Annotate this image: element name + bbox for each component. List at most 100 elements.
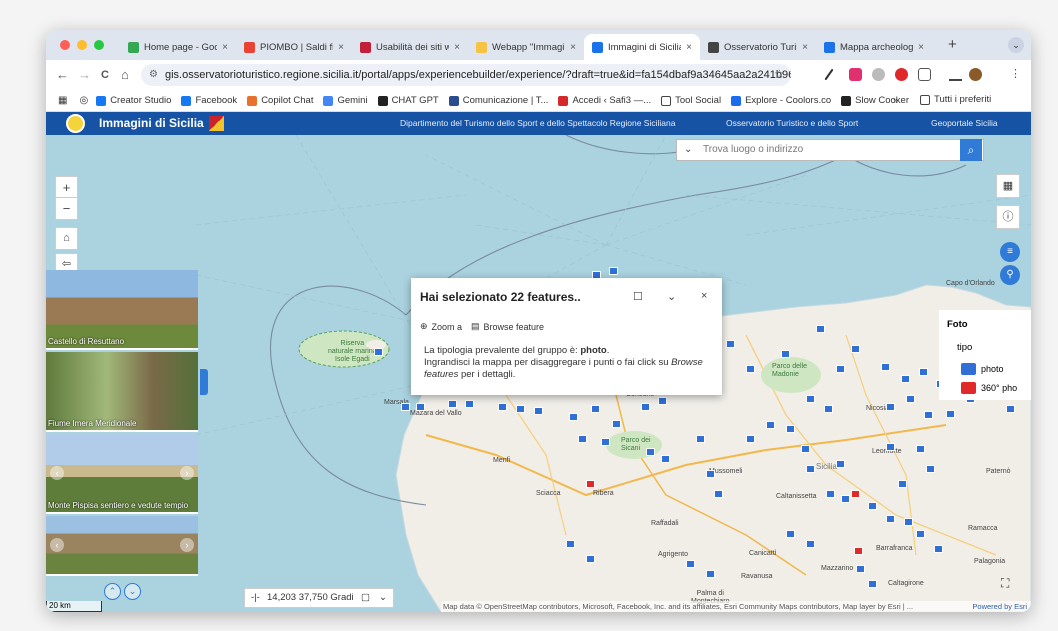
photo-marker-icon[interactable] <box>601 438 610 446</box>
photo-marker-icon[interactable] <box>924 411 933 419</box>
photo-card-4[interactable]: ‹ › <box>46 516 198 576</box>
search-input[interactable]: Trova luogo o indirizzo <box>703 144 803 155</box>
photo-marker-icon[interactable] <box>696 435 705 443</box>
photo-prev-button-2[interactable]: ‹ <box>50 538 64 552</box>
extension-icon[interactable] <box>849 68 862 81</box>
photo-marker-icon[interactable] <box>824 405 833 413</box>
dock-popup-icon[interactable]: ☐ <box>633 290 643 303</box>
browser-tab[interactable]: Osservatorio Turis × <box>700 34 816 60</box>
photo-marker-icon[interactable] <box>786 425 795 433</box>
photo-marker-icon[interactable] <box>836 460 845 468</box>
photo-next-button-2[interactable]: › <box>180 538 194 552</box>
map-view[interactable]: Riserva naturale marina Isole Egadi Mazara… <box>46 135 1031 612</box>
photo-marker-icon[interactable] <box>806 465 815 473</box>
photo-marker-icon[interactable] <box>934 545 943 553</box>
browser-tab[interactable]: Mappa archeologic × <box>816 34 932 60</box>
site-info-icon[interactable]: ⚙ <box>149 64 158 86</box>
photo-marker-icon[interactable] <box>746 365 755 373</box>
photo-marker-icon[interactable] <box>706 570 715 578</box>
bookmark-item[interactable]: Gemini <box>323 95 368 106</box>
photo-marker-icon[interactable] <box>591 405 600 413</box>
photo-marker-icon[interactable] <box>686 560 695 568</box>
photo-marker-icon[interactable] <box>401 403 410 411</box>
photo-card-3[interactable]: ‹ › Monte Pispisa sentiero e vedute temp… <box>46 434 198 514</box>
opera-extension-icon[interactable] <box>895 68 908 81</box>
photo-marker-icon[interactable] <box>901 375 910 383</box>
header-link-dipartimento[interactable]: Dipartimento del Turismo dello Sport e d… <box>400 118 675 128</box>
photo-marker-icon[interactable] <box>881 363 890 371</box>
photo-marker-icon[interactable] <box>781 350 790 358</box>
photo-marker-icon[interactable] <box>609 267 618 275</box>
bookmark-item[interactable]: Slow Cooker <box>841 95 909 106</box>
photo-marker-icon[interactable] <box>714 490 723 498</box>
photo-marker-icon[interactable] <box>926 465 935 473</box>
photo-marker-icon[interactable] <box>516 405 525 413</box>
photo-marker-icon[interactable] <box>746 435 755 443</box>
photo-marker-icon[interactable] <box>826 490 835 498</box>
photo-marker-icon[interactable] <box>916 445 925 453</box>
zoom-to-action[interactable]: ⊕ Zoom a <box>420 321 462 332</box>
photo-marker-icon[interactable] <box>916 530 925 538</box>
tab-close-icon[interactable]: × <box>338 42 344 53</box>
camera-extension-icon[interactable] <box>872 68 885 81</box>
profile-avatar[interactable] <box>969 68 982 81</box>
extensions-puzzle-icon[interactable] <box>918 68 931 81</box>
photo-marker-icon[interactable] <box>946 410 955 418</box>
search-source-dropdown-icon[interactable]: ⌄ <box>684 140 692 160</box>
photo-marker-icon[interactable] <box>886 443 895 451</box>
bookmark-item[interactable]: Tool Social <box>661 95 721 106</box>
collapse-panel-handle[interactable] <box>200 369 208 395</box>
back-button[interactable]: ← <box>56 67 69 82</box>
bookmark-item[interactable]: Accedi ‹ Safi3 —... <box>558 95 651 106</box>
zoom-out-button[interactable]: − <box>55 197 78 220</box>
photo-marker-icon[interactable] <box>904 518 913 526</box>
photo-marker-icon[interactable] <box>448 400 457 408</box>
photo-marker-icon[interactable] <box>416 403 425 411</box>
photo-marker-icon[interactable] <box>906 395 915 403</box>
photo-marker-icon[interactable] <box>578 435 587 443</box>
tab-close-icon[interactable]: × <box>918 42 924 53</box>
photo-marker-icon[interactable] <box>658 397 667 405</box>
photo-marker-icon[interactable] <box>569 413 578 421</box>
layers-button[interactable]: ≡ <box>1000 242 1020 262</box>
all-bookmarks-folder[interactable]: Tutti i preferiti <box>920 94 991 105</box>
maximize-window-button[interactable] <box>94 40 104 50</box>
browser-tab[interactable]: Webapp "Immagini × <box>468 34 584 60</box>
photo-marker-icon[interactable] <box>465 400 474 408</box>
photo-marker-icon[interactable] <box>566 540 575 548</box>
browser-tab[interactable]: Immagini di Sicilia × <box>584 34 700 60</box>
tab-close-icon[interactable]: × <box>686 42 692 53</box>
tab-close-icon[interactable]: × <box>454 42 460 53</box>
360-photo-marker-icon[interactable] <box>854 547 863 555</box>
powered-by-link[interactable]: Powered by Esri <box>972 601 1027 612</box>
photo-marker-icon[interactable] <box>868 580 877 588</box>
zoom-in-button[interactable]: + <box>55 176 78 199</box>
photo-next-button[interactable]: › <box>180 466 194 480</box>
photo-marker-icon[interactable] <box>498 403 507 411</box>
photo-marker-icon[interactable] <box>766 421 775 429</box>
more-bookmarks-button[interactable]: » <box>893 95 898 106</box>
home-button[interactable]: ⌂ <box>121 67 129 82</box>
search-button[interactable]: ⌕ <box>960 139 982 161</box>
tab-close-icon[interactable]: × <box>222 42 228 53</box>
photo-marker-icon[interactable] <box>886 403 895 411</box>
photo-marker-icon[interactable] <box>534 407 543 415</box>
photo-marker-icon[interactable] <box>706 470 715 478</box>
photo-prev-button[interactable]: ‹ <box>50 466 64 480</box>
header-link-geoportale[interactable]: Geoportale Sicilia <box>931 118 998 128</box>
photo-marker-icon[interactable] <box>806 540 815 548</box>
close-popup-icon[interactable]: × <box>701 290 707 302</box>
bookmark-item[interactable]: Creator Studio <box>96 95 171 106</box>
bookmark-star-icon[interactable]: ☆ <box>774 67 785 81</box>
search-box[interactable]: ⌄ Trova luogo o indirizzo <box>676 139 984 161</box>
coordinate-dropdown-icon[interactable]: ⌄ <box>379 589 387 607</box>
photo-marker-icon[interactable] <box>612 420 621 428</box>
browser-menu-icon[interactable]: ⋮ <box>1010 67 1021 80</box>
tab-close-icon[interactable]: × <box>802 42 808 53</box>
photo-marker-icon[interactable] <box>646 448 655 456</box>
browser-tab[interactable]: Usabilità dei siti w × <box>352 34 468 60</box>
photo-marker-icon[interactable] <box>919 368 928 376</box>
tab-menu-button[interactable]: ⌄ <box>1008 37 1024 53</box>
browse-features-action[interactable]: ▤ Browse feature <box>471 321 544 332</box>
select-icon[interactable]: ▢ <box>361 589 370 607</box>
